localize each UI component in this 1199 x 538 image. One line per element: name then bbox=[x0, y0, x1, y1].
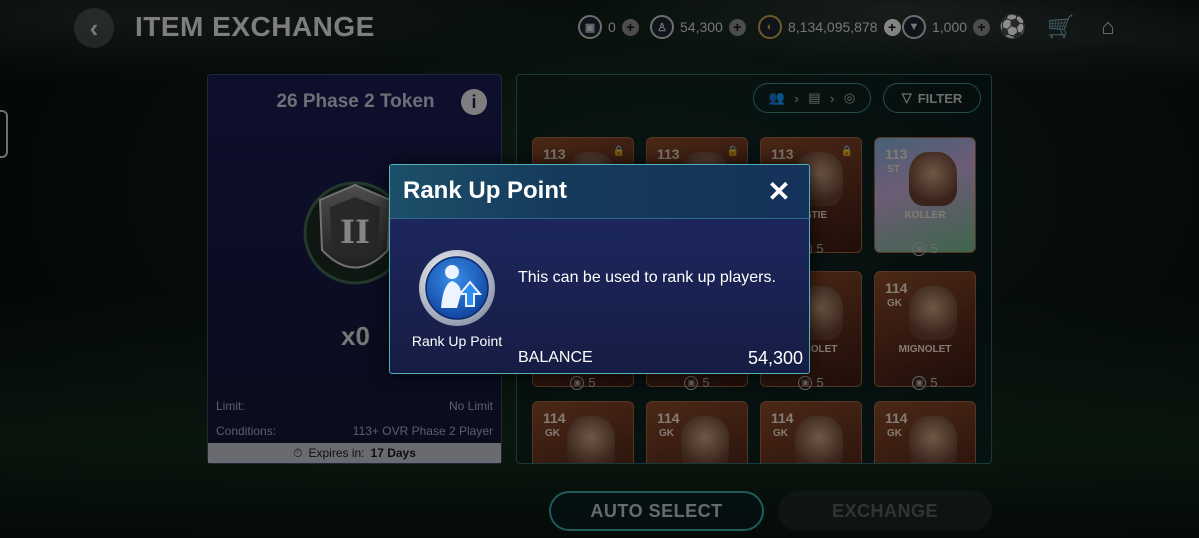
item-label: Rank Up Point bbox=[411, 333, 503, 349]
close-icon[interactable]: ✕ bbox=[763, 175, 795, 207]
dialog-header: Rank Up Point ✕ bbox=[390, 165, 809, 219]
balance-value: 54,300 bbox=[747, 348, 803, 368]
dialog-title: Rank Up Point bbox=[403, 177, 568, 204]
balance-label: BALANCE bbox=[518, 349, 593, 366]
rank-up-point-icon bbox=[419, 250, 495, 326]
rank-up-point-dialog: Rank Up Point ✕ Rank Up Point This can b… bbox=[389, 164, 810, 374]
dialog-description: This can be used to rank up players. bbox=[518, 269, 776, 286]
